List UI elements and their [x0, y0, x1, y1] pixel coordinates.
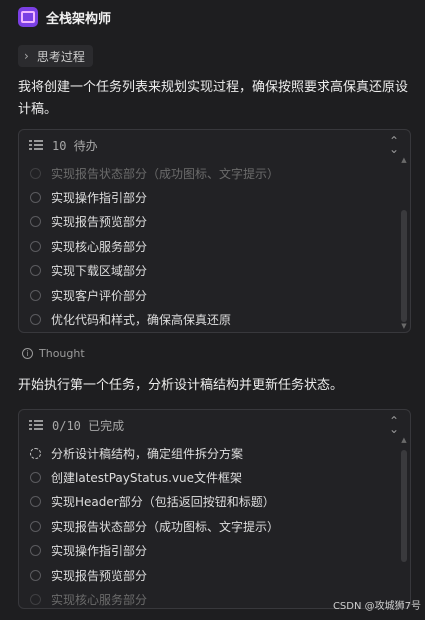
agent-logo-icon	[18, 7, 38, 27]
todo-list-icon	[29, 139, 43, 151]
start-message: 开始执行第一个任务，分析设计稿结构并更新任务状态。	[18, 378, 344, 393]
todo-item-label: 实现报告预览部分	[51, 568, 148, 583]
todo-item-label: 实现下载区域部分	[51, 264, 148, 279]
pending-circle-icon	[30, 265, 41, 277]
intro-message: 我将创建一个任务列表来规划实现过程，确保按照要求高保真还原设计稿。	[18, 80, 409, 117]
pending-circle-icon	[30, 472, 41, 484]
todo-item[interactable]: 实现客户评价部分	[19, 283, 410, 307]
watermark: CSDN @攻城狮7号	[332, 601, 421, 612]
pending-circle-icon	[30, 569, 41, 581]
todo-item-label: 实现操作指引部分	[51, 191, 148, 206]
pending-circle-icon	[30, 496, 41, 508]
todo-item-label: 优化代码和样式，确保高保真还原	[51, 313, 232, 328]
todo-card-title: 0/10 已完成	[52, 418, 125, 433]
todo-item[interactable]: 实现下载区域部分	[19, 259, 410, 283]
pending-circle-icon	[30, 216, 41, 228]
todo-list[interactable]: 实现报告状态部分（成功图标、文字提示） 实现操作指引部分 实现报告预览部分 实现核心服…	[19, 160, 410, 332]
scrollbar[interactable]: ▲	[400, 436, 408, 608]
pending-circle-icon	[30, 167, 41, 179]
thought-label: Thought	[39, 347, 85, 360]
scroll-down-arrow[interactable]: ▼	[400, 322, 408, 330]
todo-item-label: 实现报告预览部分	[51, 215, 148, 230]
todo-card-header: 10 待办 ⌃ ⌄	[19, 130, 410, 160]
pending-circle-icon	[30, 520, 41, 532]
todo-card-header: 0/10 已完成 ⌃ ⌄	[19, 410, 410, 440]
pending-circle-icon	[30, 594, 41, 606]
todo-item[interactable]: 优化代码和样式，确保高保真还原	[19, 307, 410, 331]
todo-item[interactable]: 实现报告预览部分	[19, 563, 410, 587]
agent-name: 全栈架构师	[46, 11, 112, 27]
todo-item[interactable]: 实现报告预览部分	[19, 210, 410, 234]
thinking-process-toggle[interactable]: › 思考过程	[18, 45, 93, 67]
todo-item-label: 实现报告状态部分（成功图标、文字提示）	[51, 166, 280, 181]
todo-item[interactable]: 创建latestPayStatus.vue文件框架	[19, 465, 410, 489]
pending-circle-icon	[30, 289, 41, 301]
todo-card-pending: 10 待办 ⌃ ⌄ 实现报告状态部分（成功图标、文字提示） 实现操作指引部分 实现报告…	[18, 129, 411, 333]
chevron-right-icon: ›	[24, 49, 29, 63]
todo-item[interactable]: 分析设计稿结构，确定组件拆分方案	[19, 441, 410, 465]
todo-item-label: 实现客户评价部分	[51, 288, 148, 303]
todo-item-label: 实现操作指引部分	[51, 544, 148, 559]
thinking-process-label: 思考过程	[36, 49, 85, 64]
todo-item-label: 实现核心服务部分	[51, 239, 148, 254]
todo-item[interactable]: 实现操作指引部分	[19, 539, 410, 563]
pending-circle-icon	[30, 240, 41, 252]
todo-card-title: 10 待办	[52, 138, 98, 153]
todo-item[interactable]: 实现报告状态部分（成功图标、文字提示）	[19, 514, 410, 538]
pending-circle-icon	[30, 545, 41, 557]
todo-item-label: 创建latestPayStatus.vue文件框架	[51, 471, 243, 486]
todo-item[interactable]: 实现操作指引部分	[19, 185, 410, 209]
scrollbar[interactable]: ▲ ▼	[400, 156, 408, 330]
todo-item-label: 实现报告状态部分（成功图标、文字提示）	[51, 519, 280, 534]
todo-item[interactable]: 实现核心服务部分	[19, 234, 410, 258]
pending-circle-icon	[30, 192, 41, 204]
todo-item[interactable]: 实现报告状态部分（成功图标、文字提示）	[19, 161, 410, 185]
scroll-thumb[interactable]	[401, 210, 407, 322]
in-progress-icon	[30, 447, 41, 459]
collapse-icon[interactable]: ⌃ ⌄	[388, 135, 400, 155]
scroll-up-arrow[interactable]: ▲	[400, 156, 408, 164]
todo-card-progress: 0/10 已完成 ⌃ ⌄ 分析设计稿结构，确定组件拆分方案 创建latestPayS…	[18, 409, 411, 609]
todo-list[interactable]: 分析设计稿结构，确定组件拆分方案 创建latestPayStatus.vue文件框…	[19, 440, 410, 608]
pending-circle-icon	[30, 314, 41, 326]
todo-item-label: 实现核心服务部分	[51, 593, 148, 608]
info-icon: i	[22, 348, 33, 359]
thought-indicator: i Thought	[22, 347, 85, 360]
scroll-up-arrow[interactable]: ▲	[400, 436, 408, 444]
todo-item[interactable]: 实现Header部分（包括返回按钮和标题）	[19, 490, 410, 514]
todo-item-label: 实现Header部分（包括返回按钮和标题）	[51, 495, 275, 510]
collapse-icon[interactable]: ⌃ ⌄	[388, 415, 400, 435]
scroll-thumb[interactable]	[401, 450, 407, 562]
todo-item-label: 分析设计稿结构，确定组件拆分方案	[51, 446, 244, 461]
todo-list-icon	[29, 419, 43, 431]
agent-header: 全栈架构师	[18, 6, 111, 28]
